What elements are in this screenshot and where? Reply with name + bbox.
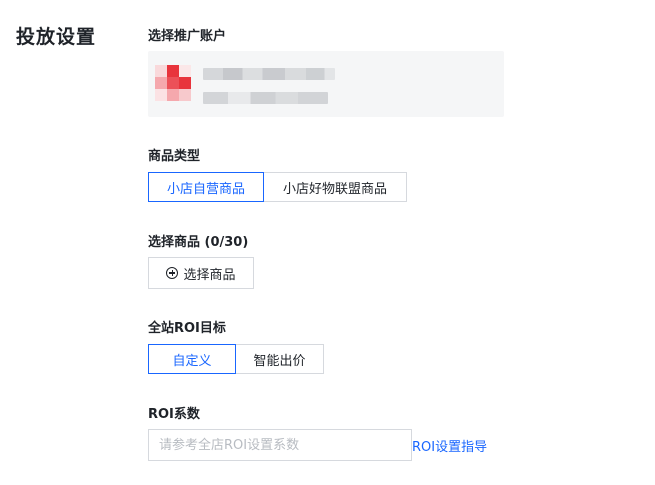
account-name-blurred bbox=[203, 68, 335, 80]
account-card[interactable] bbox=[148, 51, 504, 117]
roi-coef-label: ROI系数 bbox=[148, 407, 200, 422]
select-product-button-label: 选择商品 bbox=[183, 267, 236, 283]
plus-circle-icon bbox=[166, 267, 179, 279]
product-type-label: 商品类型 bbox=[148, 149, 201, 164]
roi-target-option-smart[interactable]: 智能出价 bbox=[235, 344, 324, 374]
select-product-button[interactable]: 选择商品 bbox=[148, 257, 254, 289]
roi-coef-input[interactable] bbox=[148, 429, 412, 461]
product-type-option-alliance[interactable]: 小店好物联盟商品 bbox=[263, 172, 407, 202]
roi-target-option-custom[interactable]: 自定义 bbox=[148, 344, 236, 374]
product-type-option-self[interactable]: 小店自营商品 bbox=[148, 172, 264, 202]
roi-target-selector: 自定义 智能出价 bbox=[148, 344, 324, 374]
product-type-selector: 小店自营商品 小店好物联盟商品 bbox=[148, 172, 407, 202]
roi-guide-link[interactable]: ROI设置指导 bbox=[412, 436, 487, 455]
page-title: 投放设置 bbox=[16, 26, 97, 48]
roi-target-label: 全站ROI目标 bbox=[148, 321, 226, 336]
account-section-label: 选择推广账户 bbox=[148, 29, 227, 44]
select-product-label: 选择商品 (0/30) bbox=[148, 235, 249, 250]
account-id-blurred bbox=[203, 92, 328, 104]
account-avatar bbox=[155, 65, 191, 101]
